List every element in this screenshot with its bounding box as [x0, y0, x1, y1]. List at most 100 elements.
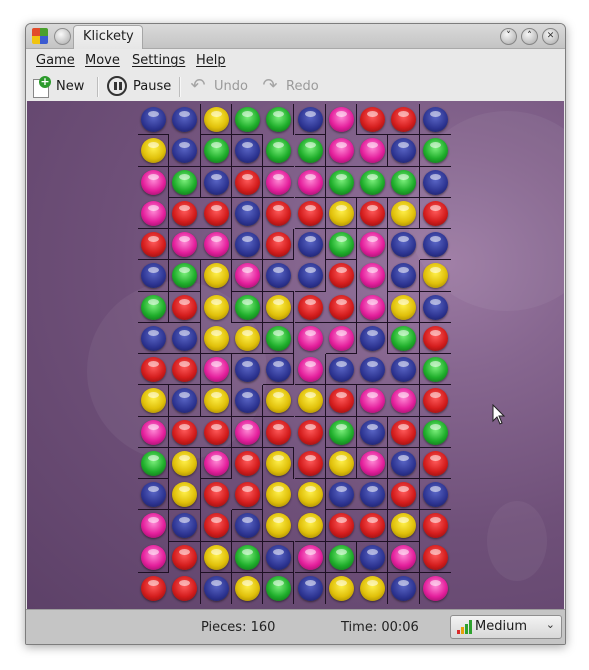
board-cell[interactable]	[169, 291, 201, 323]
board-cell[interactable]	[263, 417, 295, 448]
ball-piece[interactable]	[360, 544, 386, 570]
board-cell[interactable]	[169, 572, 201, 604]
board-cell[interactable]	[169, 354, 201, 386]
board-cell[interactable]	[263, 260, 295, 292]
board-cell[interactable]	[325, 447, 358, 479]
ball-piece[interactable]	[141, 138, 166, 164]
board-cell[interactable]	[357, 572, 389, 604]
ball-piece[interactable]	[234, 263, 260, 289]
board-cell[interactable]	[263, 541, 295, 573]
title-bar[interactable]: Klickety ˅ ˄ ✕	[26, 24, 565, 49]
ball-piece[interactable]	[234, 388, 260, 414]
ball-piece[interactable]	[172, 357, 198, 382]
ball-piece[interactable]	[203, 107, 229, 132]
board-cell[interactable]	[388, 541, 420, 573]
ball-piece[interactable]	[328, 107, 354, 132]
board-cell[interactable]	[200, 166, 232, 198]
ball-piece[interactable]	[234, 482, 260, 507]
board-cell[interactable]	[200, 385, 232, 417]
ball-piece[interactable]	[422, 294, 448, 320]
board-cell[interactable]	[169, 229, 201, 261]
board-cell[interactable]	[419, 260, 451, 292]
board-cell[interactable]	[357, 447, 389, 479]
ball-piece[interactable]	[141, 450, 166, 476]
board-cell[interactable]	[263, 510, 295, 542]
board-cell[interactable]	[388, 479, 420, 511]
board-cell[interactable]	[138, 135, 170, 167]
ball-piece[interactable]	[141, 200, 166, 226]
board-cell[interactable]	[169, 104, 201, 136]
board-cell[interactable]	[294, 292, 326, 323]
menu-game[interactable]: Game	[36, 53, 75, 68]
board-cell[interactable]	[294, 385, 326, 417]
ball-piece[interactable]	[328, 482, 354, 507]
ball-piece[interactable]	[172, 107, 198, 132]
ball-piece[interactable]	[266, 325, 292, 351]
board-cell[interactable]	[294, 541, 326, 573]
ball-piece[interactable]	[234, 575, 260, 601]
ball-piece[interactable]	[172, 263, 198, 289]
ball-piece[interactable]	[360, 169, 386, 195]
ball-piece[interactable]	[203, 138, 229, 164]
board-cell[interactable]	[295, 479, 326, 511]
board-cell[interactable]	[419, 229, 451, 261]
board-cell[interactable]	[295, 229, 326, 261]
ball-piece[interactable]	[297, 575, 323, 601]
ball-piece[interactable]	[203, 200, 229, 226]
ball-piece[interactable]	[141, 388, 166, 414]
board-cell[interactable]	[357, 322, 389, 354]
ball-piece[interactable]	[266, 232, 292, 257]
ball-piece[interactable]	[172, 544, 198, 570]
board-cell[interactable]	[388, 416, 420, 448]
board-cell[interactable]	[388, 260, 420, 292]
board-cell[interactable]	[357, 197, 389, 229]
ball-piece[interactable]	[422, 357, 448, 382]
board-cell[interactable]	[231, 260, 264, 292]
ball-piece[interactable]	[297, 357, 323, 382]
board-cell[interactable]	[201, 479, 232, 510]
ball-piece[interactable]	[234, 325, 260, 351]
ball-piece[interactable]	[391, 232, 417, 257]
ball-piece[interactable]	[266, 419, 292, 445]
ball-piece[interactable]	[360, 482, 386, 507]
board-cell[interactable]	[357, 354, 389, 386]
board-cell[interactable]	[169, 198, 201, 229]
board-cell[interactable]	[419, 542, 451, 573]
ball-piece[interactable]	[266, 107, 292, 132]
redo-button[interactable]: ↷ Redo	[260, 74, 318, 98]
board-cell[interactable]	[294, 104, 326, 136]
board-cell[interactable]	[294, 260, 326, 292]
board-cell[interactable]	[201, 572, 232, 604]
ball-piece[interactable]	[360, 200, 386, 226]
board-cell[interactable]	[138, 291, 170, 323]
ball-piece[interactable]	[297, 450, 323, 476]
board-cell[interactable]	[231, 541, 264, 573]
ball-piece[interactable]	[422, 138, 448, 164]
board-cell[interactable]	[138, 447, 170, 479]
board-cell[interactable]	[419, 479, 451, 511]
ball-piece[interactable]	[266, 357, 292, 382]
ball-piece[interactable]	[422, 419, 448, 445]
ball-piece[interactable]	[328, 294, 354, 320]
undo-button[interactable]: ↶ Undo	[188, 74, 248, 98]
board-cell[interactable]	[420, 573, 451, 604]
ball-piece[interactable]	[266, 450, 292, 476]
board-cell[interactable]	[294, 197, 326, 229]
ball-piece[interactable]	[391, 200, 417, 226]
board-cell[interactable]	[231, 385, 264, 417]
menu-settings[interactable]: Settings	[132, 53, 185, 68]
board-cell[interactable]	[419, 385, 451, 417]
board-cell[interactable]	[138, 260, 170, 292]
ball-piece[interactable]	[391, 575, 417, 601]
board-cell[interactable]	[263, 198, 294, 229]
board-cell[interactable]	[419, 323, 451, 354]
board-cell[interactable]	[169, 385, 201, 417]
ball-piece[interactable]	[360, 107, 386, 132]
ball-piece[interactable]	[141, 169, 166, 195]
ball-piece[interactable]	[234, 450, 260, 476]
board-cell[interactable]	[295, 416, 326, 448]
board-cell[interactable]	[326, 573, 357, 604]
board-cell[interactable]	[294, 447, 326, 479]
board-cell[interactable]	[231, 104, 264, 136]
ball-piece[interactable]	[203, 232, 229, 257]
